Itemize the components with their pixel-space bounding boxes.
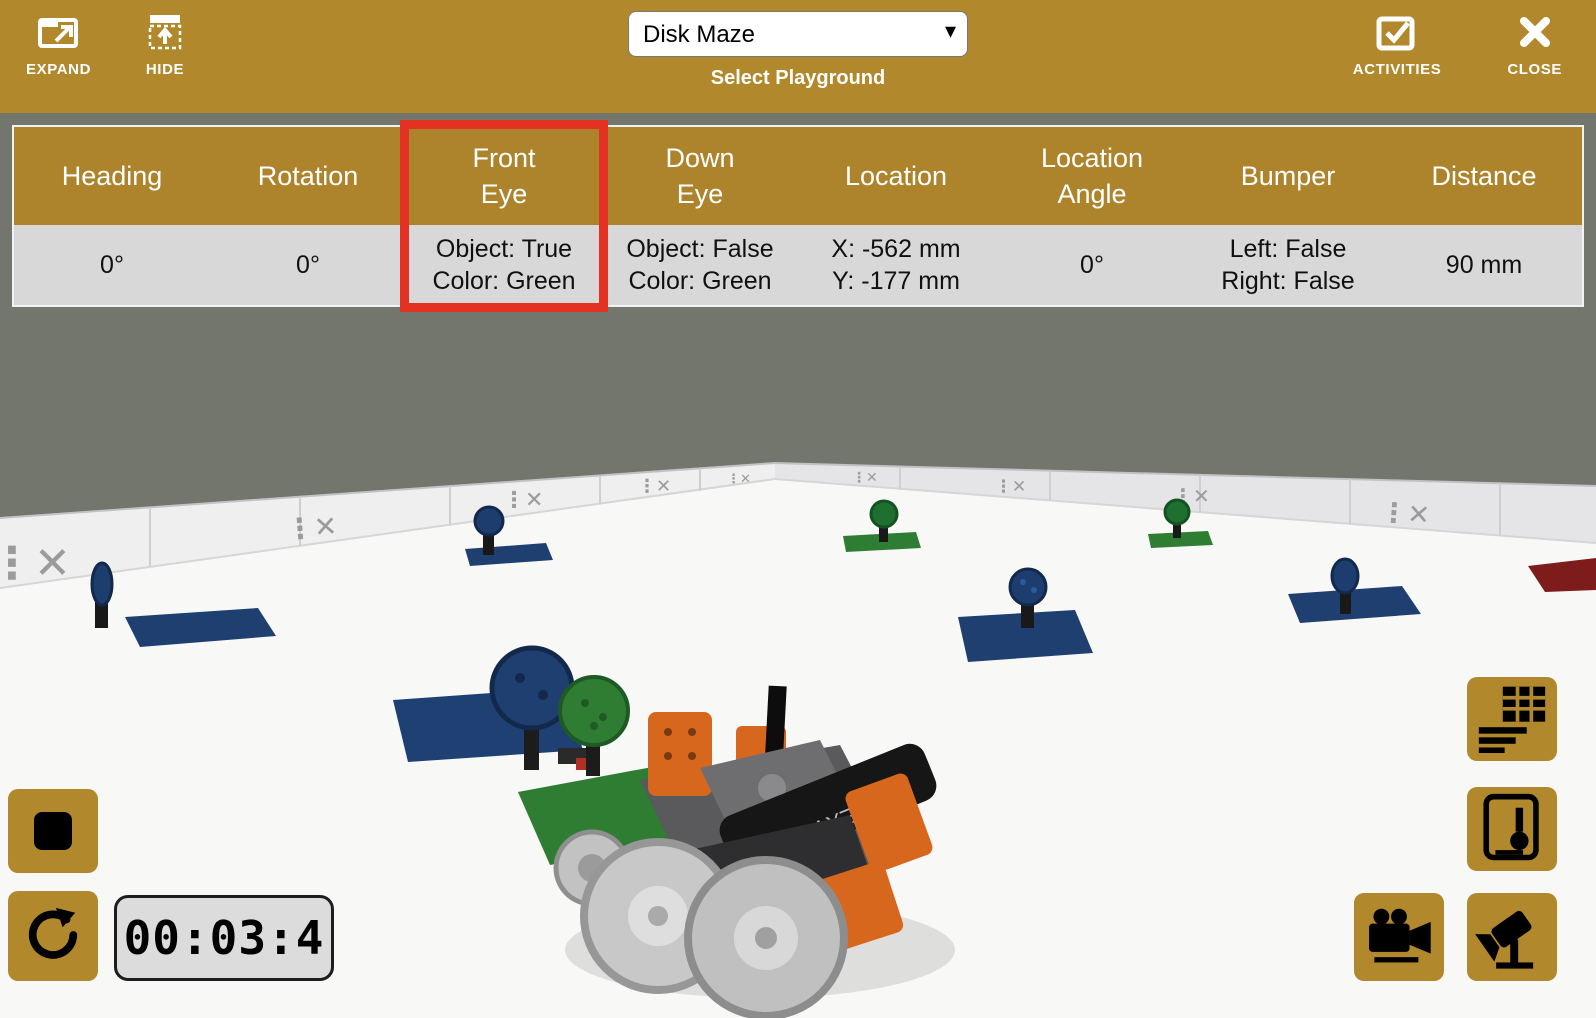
hide-button[interactable]: HIDE (143, 10, 187, 78)
expand-button[interactable]: EXPAND (26, 10, 91, 78)
column-header-distance: Distance (1386, 127, 1582, 225)
hide-icon (143, 10, 187, 54)
column-header-location: Location (798, 127, 994, 225)
close-button[interactable]: CLOSE (1507, 10, 1562, 78)
column-header-location-angle: LocationAngle (994, 127, 1190, 225)
robot-view-icon (1477, 793, 1547, 866)
svg-text:⋮✕: ⋮✕ (285, 509, 339, 546)
location-value: X: -562 mmY: -177 mm (798, 225, 994, 305)
column-header-front-eye: FrontEye (406, 127, 602, 225)
down-eye-value: Object: FalseColor: Green (602, 225, 798, 305)
svg-text:⋮✕: ⋮✕ (1379, 497, 1431, 531)
distance-value: 90 mm (1386, 225, 1582, 305)
video-camera-button[interactable] (1354, 893, 1444, 981)
dashboard-toggle-button[interactable] (1467, 677, 1557, 761)
close-label: CLOSE (1507, 61, 1562, 78)
playground-select-label: Select Playground (628, 67, 968, 90)
stop-icon (34, 812, 72, 850)
sensor-dashboard-header: Heading Rotation FrontEye DownEye Locati… (14, 127, 1582, 225)
sensor-dashboard-values: 0° 0° Object: TrueColor: Green Object: F… (14, 225, 1582, 305)
scene-camera-icon (1475, 900, 1549, 975)
video-camera-icon (1362, 900, 1436, 975)
stop-button[interactable] (8, 789, 98, 873)
column-header-heading: Heading (14, 127, 210, 225)
activities-label: ACTIVITIES (1353, 61, 1442, 78)
activities-icon (1375, 10, 1419, 54)
playground-select[interactable]: Disk Maze (628, 11, 968, 57)
svg-text:⋮✕: ⋮✕ (727, 472, 751, 487)
close-icon (1515, 10, 1555, 54)
scene-camera-button[interactable] (1467, 893, 1557, 981)
rotation-value: 0° (210, 225, 406, 305)
column-header-rotation: Rotation (210, 127, 406, 225)
expand-icon (37, 10, 81, 54)
toolbar-left-group: EXPAND HIDE (26, 10, 187, 78)
activities-button[interactable]: ACTIVITIES (1353, 10, 1442, 78)
location-angle-value: 0° (994, 225, 1190, 305)
timer-display: 00:03:4 (114, 895, 334, 981)
column-header-down-eye: DownEye (602, 127, 798, 225)
svg-text:⋮✕: ⋮✕ (503, 488, 543, 513)
svg-text:⋮✕: ⋮✕ (852, 470, 878, 486)
reset-icon (24, 906, 82, 967)
front-eye-value: Object: TrueColor: Green (406, 225, 602, 305)
toolbar-right-group: ACTIVITIES CLOSE (1353, 10, 1562, 78)
hide-label: HIDE (146, 61, 184, 78)
svg-text:⋮✕: ⋮✕ (0, 538, 71, 589)
dashboard-table-icon (1475, 683, 1549, 756)
sensor-dashboard: Heading Rotation FrontEye DownEye Locati… (12, 125, 1584, 307)
svg-text:⋮✕: ⋮✕ (638, 476, 671, 497)
svg-text:⋮✕: ⋮✕ (995, 477, 1026, 497)
heading-value: 0° (14, 225, 210, 305)
column-header-bumper: Bumper (1190, 127, 1386, 225)
top-toolbar: EXPAND HIDE Disk Maze ▾ Select Playgroun… (0, 0, 1596, 113)
expand-label: EXPAND (26, 61, 91, 78)
playground-select-group: Disk Maze ▾ Select Playground (628, 11, 968, 90)
bumper-value: Left: FalseRight: False (1190, 225, 1386, 305)
robot-view-button[interactable] (1467, 787, 1557, 871)
reset-button[interactable] (8, 891, 98, 981)
